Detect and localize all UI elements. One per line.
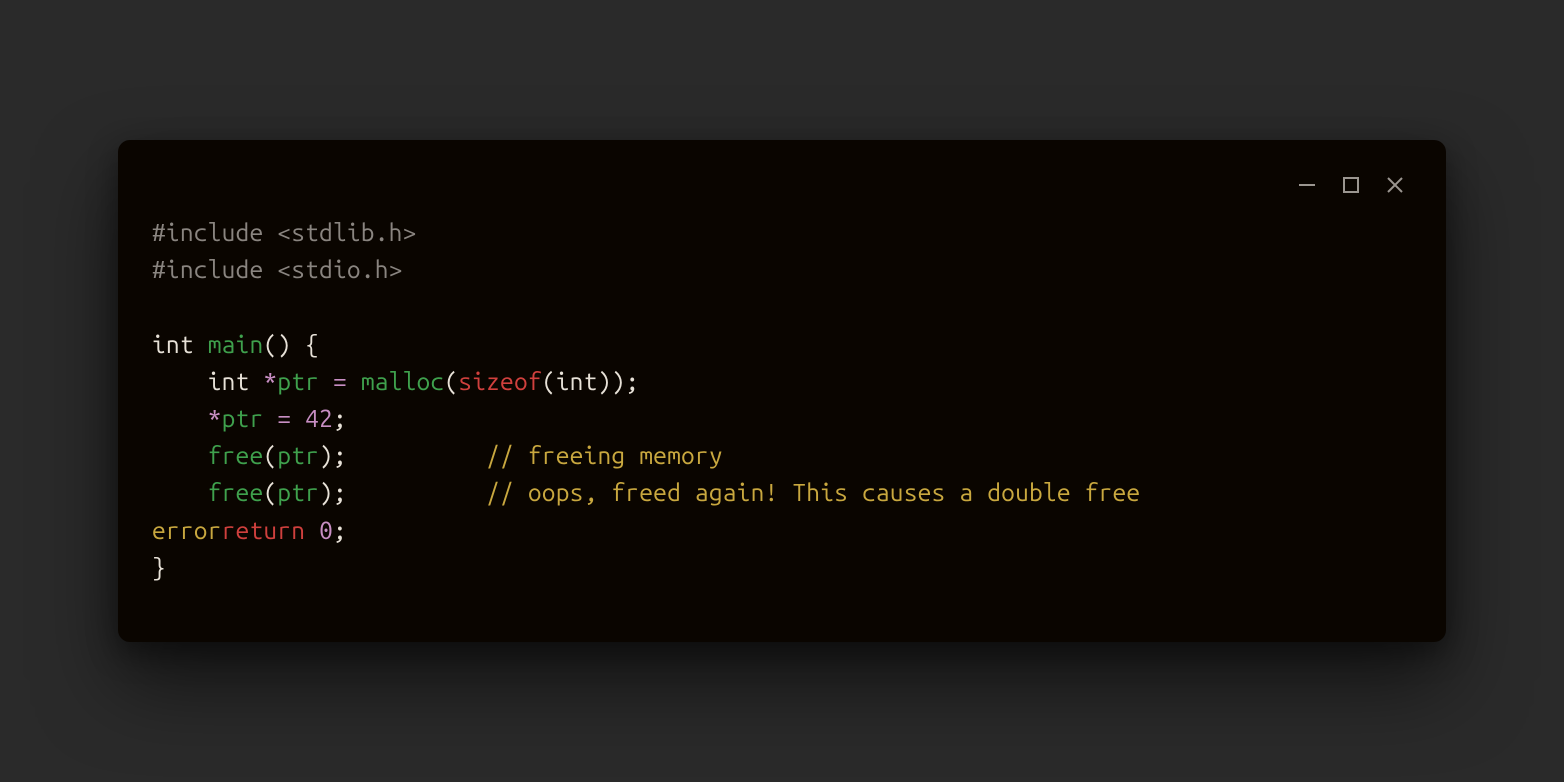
function-call: malloc [361, 367, 445, 395]
pad [347, 441, 486, 469]
punct: ; [333, 404, 347, 432]
error-text: error [152, 516, 222, 544]
comment: // oops, freed again! This causes a doub… [486, 478, 1154, 506]
operator: = [319, 367, 361, 395]
function-name: main [208, 330, 264, 358]
identifier: ptr [277, 441, 319, 469]
keyword: sizeof [458, 367, 542, 395]
punct: ); [319, 441, 347, 469]
identifier: ptr [277, 367, 319, 395]
terminal-window: #include <stdlib.h> #include <stdio.h> i… [118, 140, 1446, 642]
number-literal: 0 [319, 516, 333, 544]
function-call: free [208, 441, 264, 469]
type-keyword: int [556, 367, 598, 395]
minimize-icon [1297, 175, 1317, 195]
punct: )); [598, 367, 640, 395]
minimize-button[interactable] [1296, 174, 1318, 196]
indent [152, 478, 208, 506]
punct: ( [542, 367, 556, 395]
comment: // freeing memory [486, 441, 723, 469]
punct: } [152, 553, 166, 581]
pad [347, 478, 486, 506]
close-icon [1385, 175, 1405, 195]
operator: * [263, 367, 277, 395]
operator: * [208, 404, 222, 432]
indent [152, 441, 208, 469]
indent [152, 404, 208, 432]
type-keyword: int [208, 367, 250, 395]
punct: ( [263, 441, 277, 469]
maximize-icon [1341, 175, 1361, 195]
type-keyword: int [152, 330, 194, 358]
maximize-button[interactable] [1340, 174, 1362, 196]
indent [152, 367, 208, 395]
window-title-bar [152, 168, 1412, 214]
preprocessor-line: #include <stdio.h> [152, 255, 403, 283]
space [305, 516, 319, 544]
identifier: ptr [277, 478, 319, 506]
keyword: return [222, 516, 306, 544]
punct: ( [263, 478, 277, 506]
operator: = [263, 404, 305, 432]
close-button[interactable] [1384, 174, 1406, 196]
punct: ; [333, 516, 347, 544]
stage: #include <stdlib.h> #include <stdio.h> i… [0, 0, 1564, 782]
preprocessor-line: #include <stdlib.h> [152, 218, 416, 246]
identifier: ptr [222, 404, 264, 432]
punct: ( [444, 367, 458, 395]
punct: ); [319, 478, 347, 506]
function-call: free [208, 478, 264, 506]
number-literal: 42 [305, 404, 333, 432]
punct: () { [263, 330, 319, 358]
code-block[interactable]: #include <stdlib.h> #include <stdio.h> i… [152, 214, 1412, 586]
